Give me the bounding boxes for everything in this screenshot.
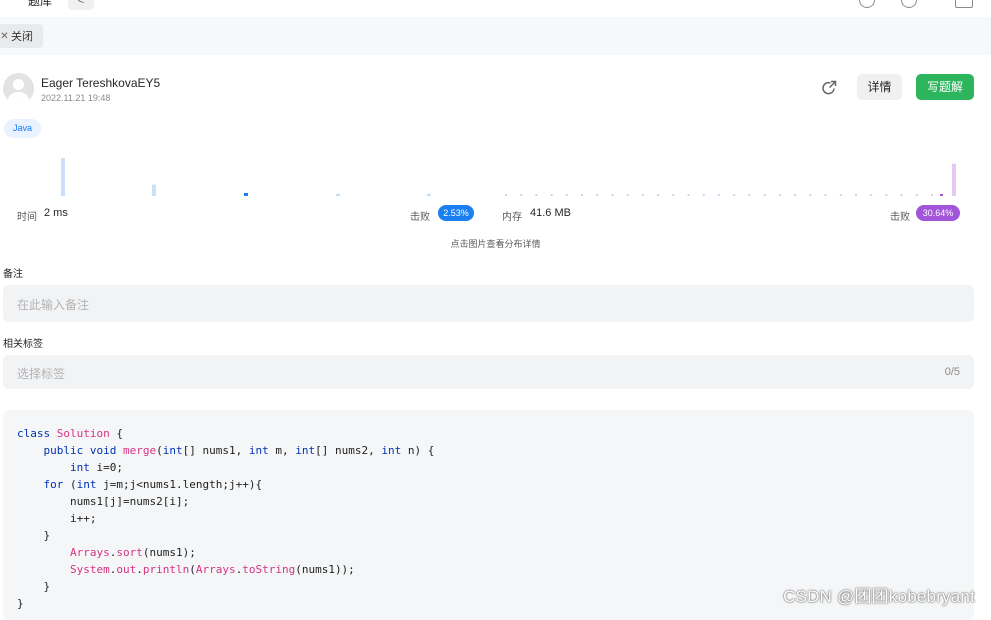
close-button-label: 关闭 xyxy=(11,31,33,43)
code-line: System.out.println(Arrays.toString(nums1… xyxy=(69,563,355,576)
runtime-distribution-bar xyxy=(427,193,431,196)
code-line: class Solution { xyxy=(17,427,123,440)
problem-bank-tab[interactable]: 题库 xyxy=(28,0,52,9)
code-line: } xyxy=(17,529,51,542)
memory-distribution-bar xyxy=(596,194,599,196)
memory-distribution-bar xyxy=(915,194,918,196)
memory-distribution-bar xyxy=(581,194,584,196)
distribution-chart[interactable] xyxy=(0,150,991,200)
runtime-distribution-bar xyxy=(244,192,248,196)
notes-label: 备注 xyxy=(3,269,23,280)
runtime-distribution-bar xyxy=(152,184,156,196)
memory-distribution-bar xyxy=(687,194,690,196)
runtime-distribution-bar xyxy=(61,158,65,196)
memory-distribution-bar xyxy=(718,194,720,196)
memory-distribution-bar xyxy=(885,194,888,196)
memory-distribution-bar xyxy=(931,194,933,196)
notes-input[interactable]: 在此输入备注 xyxy=(3,285,974,322)
watermark: CSDN @团团kobebryant xyxy=(783,587,975,606)
timer-icon[interactable] xyxy=(901,0,917,8)
username[interactable]: Eager TereshkovaEY5 xyxy=(41,76,160,90)
memory-distribution-bar xyxy=(733,194,736,196)
runtime-beats-label: 击败 xyxy=(410,212,430,223)
memory-distribution-bar xyxy=(672,194,675,196)
memory-distribution-bar xyxy=(763,194,766,196)
code-line: for (int j=m;j<nums1.length;j++){ xyxy=(43,478,263,491)
clock-icon[interactable] xyxy=(859,0,875,8)
memory-distribution-peak-bar xyxy=(952,163,956,196)
memory-distribution-bar xyxy=(748,194,751,196)
settings-icon[interactable] xyxy=(955,0,973,8)
back-button[interactable]: < xyxy=(68,0,94,10)
memory-distribution-bar xyxy=(505,194,507,196)
detail-button[interactable]: 详情 xyxy=(857,74,902,100)
memory-distribution-bar xyxy=(520,194,523,196)
tags-label: 相关标签 xyxy=(3,339,43,350)
panel-header xyxy=(0,17,991,55)
memory-distribution-bar xyxy=(900,194,903,196)
runtime-value: 2 ms xyxy=(44,207,68,219)
top-navigation-bar: 题库 < xyxy=(0,0,991,17)
submission-timestamp: 2022.11.21 19:48 xyxy=(41,93,111,103)
memory-distribution-bar xyxy=(870,194,873,196)
language-tag: Java xyxy=(4,119,42,138)
memory-value: 41.6 MB xyxy=(530,207,571,219)
code-line: int i=0; xyxy=(69,461,123,474)
notes-placeholder: 在此输入备注 xyxy=(17,298,90,312)
memory-distribution-bar xyxy=(641,194,644,196)
memory-beats-badge: 30.64% xyxy=(916,205,960,221)
runtime-distribution-bar xyxy=(336,193,340,196)
memory-distribution-bar xyxy=(626,194,629,196)
memory-distribution-bar xyxy=(611,194,614,196)
tags-select[interactable]: 选择标签 0/5 xyxy=(3,355,974,389)
tags-placeholder: 选择标签 xyxy=(17,367,66,381)
memory-distribution-bar xyxy=(854,194,857,196)
memory-distribution-bar xyxy=(550,194,553,196)
code-line: public void merge(int[] nums1, int m, in… xyxy=(43,444,435,457)
close-icon: ✕ xyxy=(0,30,9,42)
memory-current-marker xyxy=(940,194,943,196)
code-line: } xyxy=(17,597,24,610)
memory-distribution-bar xyxy=(824,194,827,196)
memory-distribution-bar xyxy=(809,194,812,196)
memory-distribution-bar xyxy=(535,194,538,196)
memory-distribution-bar xyxy=(794,194,797,196)
runtime-beats-badge: 2.53% xyxy=(438,205,474,221)
code-line: nums1[j]=nums2[i]; xyxy=(17,495,190,508)
memory-distribution-bar xyxy=(565,194,568,196)
memory-label: 内存 xyxy=(502,212,522,223)
avatar-head xyxy=(13,79,24,90)
memory-beats-label: 击败 xyxy=(890,212,910,223)
memory-distribution-bar xyxy=(778,194,781,196)
chart-hint: 点击图片查看分布详情 xyxy=(450,239,541,249)
avatar[interactable] xyxy=(3,73,34,104)
memory-distribution-bar xyxy=(839,194,842,196)
code-line: i++; xyxy=(17,512,97,525)
code-line: } xyxy=(17,580,51,593)
runtime-label: 时间 xyxy=(17,212,37,223)
memory-distribution-bar xyxy=(657,194,660,196)
write-solution-button[interactable]: 写题解 xyxy=(916,74,974,100)
code-line: Arrays.sort(nums1); xyxy=(69,546,196,559)
avatar-body xyxy=(8,92,29,104)
tags-counter: 0/5 xyxy=(944,366,960,378)
share-icon[interactable] xyxy=(820,79,838,97)
close-button[interactable]: ✕ 关闭 xyxy=(0,24,43,48)
memory-distribution-bar xyxy=(702,194,705,196)
